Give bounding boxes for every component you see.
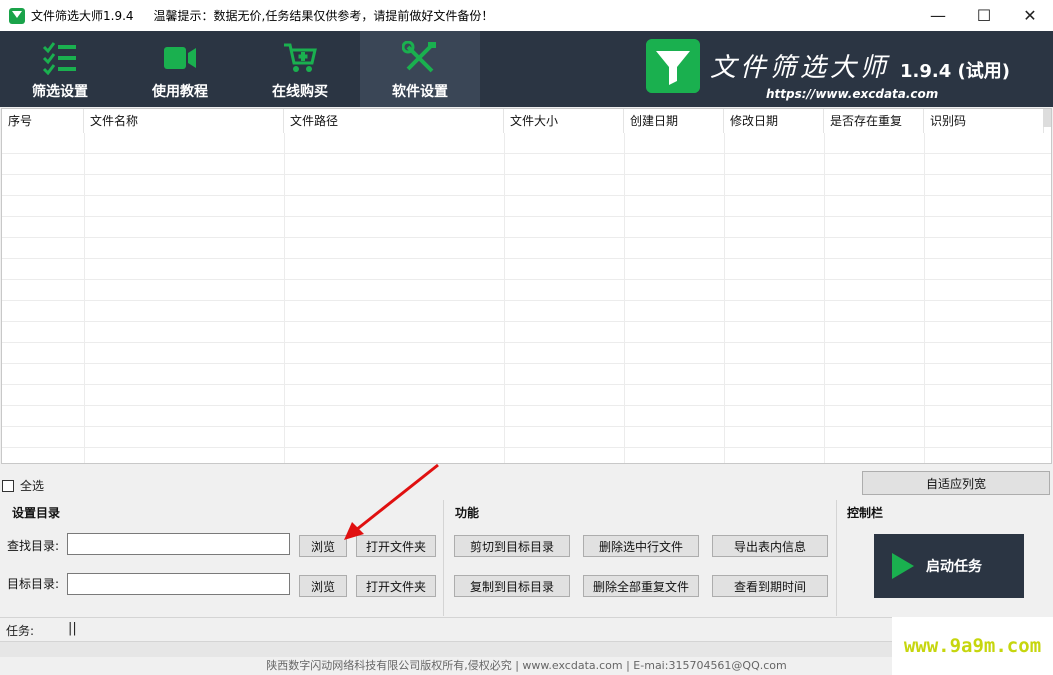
- tool-software-settings[interactable]: 软件设置: [360, 31, 480, 107]
- maximize-button[interactable]: ☐: [961, 0, 1007, 31]
- column-header[interactable]: 修改日期: [724, 109, 824, 133]
- column-header[interactable]: 是否存在重复: [824, 109, 924, 133]
- tool-tutorial[interactable]: 使用教程: [120, 31, 240, 107]
- file-table[interactable]: 序号 文件名称 文件路径 文件大小 创建日期 修改日期 是否存在重复 识别码: [1, 108, 1052, 464]
- control-section-title: 控制栏: [847, 506, 884, 520]
- directory-section-title: 设置目录: [12, 506, 61, 520]
- target-dir-input[interactable]: [67, 573, 290, 595]
- function-section-title: 功能: [455, 506, 480, 520]
- checklist-icon: [42, 42, 76, 75]
- column-divider: [624, 133, 625, 463]
- play-icon: [892, 553, 914, 579]
- brand-title: 文件筛选大师: [710, 53, 891, 83]
- trial-edition: (试用): [957, 61, 1010, 82]
- column-header[interactable]: 序号: [2, 109, 84, 133]
- close-button[interactable]: ✕: [1007, 0, 1053, 31]
- warning-hint: 温馨提示：数据无价,任务结果仅供参考，请提前做好文件备份！: [153, 9, 494, 23]
- table-body[interactable]: [2, 133, 1051, 463]
- tool-label: 在线购买: [272, 84, 328, 100]
- tool-filter-settings[interactable]: 筛选设置: [0, 31, 120, 107]
- title-bar: 文件筛选大师1.9.4 温馨提示：数据无价,任务结果仅供参考，请提前做好文件备份…: [0, 0, 1053, 31]
- column-divider: [284, 133, 285, 463]
- window-title: 文件筛选大师1.9.4: [31, 9, 134, 23]
- app-filter-icon: [9, 7, 25, 24]
- main-toolbar: 筛选设置 使用教程 在线购买 软件设置 文件筛选大师 1.9.4 (试用) ht…: [0, 31, 1053, 107]
- column-divider: [84, 133, 85, 463]
- target-dir-label: 目标目录:: [7, 577, 60, 591]
- copy-to-target-button[interactable]: 复制到目标目录: [454, 575, 570, 597]
- brand-url[interactable]: https://www.excdata.com: [766, 87, 938, 101]
- window-controls: — ☐ ✕: [915, 0, 1053, 31]
- column-header[interactable]: 文件大小: [504, 109, 624, 133]
- search-dir-input[interactable]: [67, 533, 290, 555]
- tools-icon: [402, 41, 436, 73]
- column-divider: [504, 133, 505, 463]
- tool-label: 筛选设置: [32, 84, 88, 100]
- column-header[interactable]: 文件名称: [84, 109, 284, 133]
- task-status-value: ||: [68, 621, 77, 636]
- target-open-folder-button[interactable]: 打开文件夹: [356, 575, 436, 597]
- tool-label: 软件设置: [392, 84, 448, 100]
- version-number: 1.9.4: [900, 61, 952, 82]
- column-header[interactable]: 文件路径: [284, 109, 504, 133]
- target-browse-button[interactable]: 浏览: [299, 575, 347, 597]
- select-all[interactable]: 全选: [2, 477, 44, 494]
- delete-selected-button[interactable]: 删除选中行文件: [583, 535, 699, 557]
- red-arrow-annotation: [344, 463, 439, 540]
- column-divider: [924, 133, 925, 463]
- delete-all-duplicates-button[interactable]: 删除全部重复文件: [583, 575, 699, 597]
- minimize-button[interactable]: —: [915, 0, 961, 31]
- task-label: 任务:: [6, 624, 35, 638]
- column-divider: [724, 133, 725, 463]
- video-camera-icon: [164, 47, 196, 69]
- check-expiry-button[interactable]: 查看到期时间: [712, 575, 828, 597]
- export-table-button[interactable]: 导出表内信息: [712, 535, 828, 557]
- brand-version: 1.9.4 (试用): [900, 57, 1010, 83]
- select-all-label: 全选: [20, 479, 45, 493]
- column-header[interactable]: 识别码: [924, 109, 1044, 133]
- search-dir-label: 查找目录:: [7, 539, 60, 553]
- cut-to-target-button[interactable]: 剪切到目标目录: [454, 535, 570, 557]
- column-divider: [824, 133, 825, 463]
- brand-filter-logo: [646, 39, 700, 93]
- select-all-checkbox[interactable]: [2, 479, 14, 492]
- table-header: 序号 文件名称 文件路径 文件大小 创建日期 修改日期 是否存在重复 识别码: [2, 109, 1051, 133]
- cart-icon: [284, 43, 317, 72]
- start-task-label: 启动任务: [926, 559, 982, 575]
- autofit-columns-button[interactable]: 自适应列宽: [862, 471, 1050, 495]
- tool-buy-online[interactable]: 在线购买: [240, 31, 360, 107]
- start-task-button[interactable]: 启动任务: [874, 534, 1024, 598]
- column-header[interactable]: 创建日期: [624, 109, 724, 133]
- vertical-scrollbar[interactable]: [1043, 109, 1051, 127]
- function-section: [444, 500, 837, 616]
- site-watermark: www.9a9m.com: [892, 617, 1053, 675]
- tool-label: 使用教程: [152, 84, 208, 100]
